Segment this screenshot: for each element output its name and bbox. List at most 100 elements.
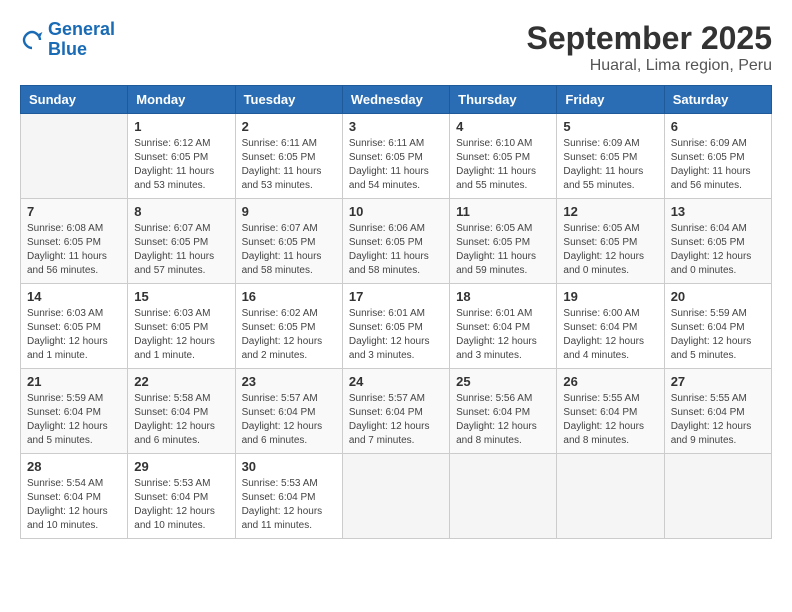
day-info: Sunrise: 5:54 AMSunset: 6:04 PMDaylight:… bbox=[27, 477, 121, 533]
day-info: Sunrise: 5:57 AMSunset: 6:04 PMDaylight:… bbox=[242, 392, 336, 448]
day-info: Sunrise: 6:01 AMSunset: 6:04 PMDaylight:… bbox=[456, 307, 550, 363]
week-row-1: 1 Sunrise: 6:12 AMSunset: 6:05 PMDaylight… bbox=[21, 114, 772, 199]
calendar-cell bbox=[21, 114, 128, 199]
day-number: 19 bbox=[563, 289, 657, 304]
day-info: Sunrise: 6:11 AMSunset: 6:05 PMDaylight:… bbox=[349, 137, 443, 193]
day-number: 29 bbox=[134, 459, 228, 474]
day-number: 22 bbox=[134, 374, 228, 389]
day-info: Sunrise: 6:08 AMSunset: 6:05 PMDaylight:… bbox=[27, 222, 121, 278]
logo-text: General Blue bbox=[48, 20, 115, 60]
day-number: 15 bbox=[134, 289, 228, 304]
day-info: Sunrise: 5:55 AMSunset: 6:04 PMDaylight:… bbox=[563, 392, 657, 448]
calendar-cell: 22 Sunrise: 5:58 AMSunset: 6:04 PMDayligh… bbox=[128, 369, 235, 454]
day-info: Sunrise: 6:10 AMSunset: 6:05 PMDaylight:… bbox=[456, 137, 550, 193]
calendar-cell bbox=[450, 454, 557, 539]
day-number: 8 bbox=[134, 204, 228, 219]
calendar-cell: 6 Sunrise: 6:09 AMSunset: 6:05 PMDaylight… bbox=[664, 114, 771, 199]
day-number: 16 bbox=[242, 289, 336, 304]
calendar-table: Sunday Monday Tuesday Wednesday Thursday… bbox=[20, 85, 772, 539]
day-info: Sunrise: 6:06 AMSunset: 6:05 PMDaylight:… bbox=[349, 222, 443, 278]
calendar-cell: 8 Sunrise: 6:07 AMSunset: 6:05 PMDaylight… bbox=[128, 199, 235, 284]
day-info: Sunrise: 6:12 AMSunset: 6:05 PMDaylight:… bbox=[134, 137, 228, 193]
day-number: 10 bbox=[349, 204, 443, 219]
day-info: Sunrise: 6:04 AMSunset: 6:05 PMDaylight:… bbox=[671, 222, 765, 278]
week-row-4: 21 Sunrise: 5:59 AMSunset: 6:04 PMDayligh… bbox=[21, 369, 772, 454]
calendar-cell: 1 Sunrise: 6:12 AMSunset: 6:05 PMDaylight… bbox=[128, 114, 235, 199]
day-number: 20 bbox=[671, 289, 765, 304]
logo: General Blue bbox=[20, 20, 115, 60]
calendar-cell bbox=[664, 454, 771, 539]
calendar-cell: 18 Sunrise: 6:01 AMSunset: 6:04 PMDayligh… bbox=[450, 284, 557, 369]
day-number: 23 bbox=[242, 374, 336, 389]
day-info: Sunrise: 5:53 AMSunset: 6:04 PMDaylight:… bbox=[134, 477, 228, 533]
day-info: Sunrise: 6:05 AMSunset: 6:05 PMDaylight:… bbox=[456, 222, 550, 278]
day-info: Sunrise: 6:02 AMSunset: 6:05 PMDaylight:… bbox=[242, 307, 336, 363]
day-info: Sunrise: 5:57 AMSunset: 6:04 PMDaylight:… bbox=[349, 392, 443, 448]
day-number: 9 bbox=[242, 204, 336, 219]
day-number: 1 bbox=[134, 119, 228, 134]
calendar-cell: 27 Sunrise: 5:55 AMSunset: 6:04 PMDayligh… bbox=[664, 369, 771, 454]
calendar-subtitle: Huaral, Lima region, Peru bbox=[527, 57, 772, 75]
calendar-cell: 11 Sunrise: 6:05 AMSunset: 6:05 PMDayligh… bbox=[450, 199, 557, 284]
day-number: 5 bbox=[563, 119, 657, 134]
calendar-cell: 29 Sunrise: 5:53 AMSunset: 6:04 PMDayligh… bbox=[128, 454, 235, 539]
col-saturday: Saturday bbox=[664, 86, 771, 114]
calendar-cell: 12 Sunrise: 6:05 AMSunset: 6:05 PMDayligh… bbox=[557, 199, 664, 284]
day-number: 6 bbox=[671, 119, 765, 134]
calendar-cell bbox=[342, 454, 449, 539]
day-info: Sunrise: 5:55 AMSunset: 6:04 PMDaylight:… bbox=[671, 392, 765, 448]
day-number: 14 bbox=[27, 289, 121, 304]
day-info: Sunrise: 6:01 AMSunset: 6:05 PMDaylight:… bbox=[349, 307, 443, 363]
calendar-cell bbox=[557, 454, 664, 539]
day-info: Sunrise: 6:07 AMSunset: 6:05 PMDaylight:… bbox=[134, 222, 228, 278]
day-info: Sunrise: 6:03 AMSunset: 6:05 PMDaylight:… bbox=[27, 307, 121, 363]
day-number: 7 bbox=[27, 204, 121, 219]
calendar-cell: 14 Sunrise: 6:03 AMSunset: 6:05 PMDayligh… bbox=[21, 284, 128, 369]
day-number: 3 bbox=[349, 119, 443, 134]
day-number: 24 bbox=[349, 374, 443, 389]
day-number: 17 bbox=[349, 289, 443, 304]
calendar-cell: 17 Sunrise: 6:01 AMSunset: 6:05 PMDayligh… bbox=[342, 284, 449, 369]
day-number: 12 bbox=[563, 204, 657, 219]
week-row-5: 28 Sunrise: 5:54 AMSunset: 6:04 PMDayligh… bbox=[21, 454, 772, 539]
day-info: Sunrise: 6:07 AMSunset: 6:05 PMDaylight:… bbox=[242, 222, 336, 278]
day-number: 2 bbox=[242, 119, 336, 134]
day-info: Sunrise: 6:00 AMSunset: 6:04 PMDaylight:… bbox=[563, 307, 657, 363]
col-wednesday: Wednesday bbox=[342, 86, 449, 114]
day-info: Sunrise: 5:58 AMSunset: 6:04 PMDaylight:… bbox=[134, 392, 228, 448]
title-block: September 2025 Huaral, Lima region, Peru bbox=[527, 20, 772, 75]
day-number: 4 bbox=[456, 119, 550, 134]
day-info: Sunrise: 5:56 AMSunset: 6:04 PMDaylight:… bbox=[456, 392, 550, 448]
calendar-cell: 30Sunrise: 5:53 AMSunset: 6:04 PMDayligh… bbox=[235, 454, 342, 539]
day-number: 11 bbox=[456, 204, 550, 219]
calendar-cell: 16 Sunrise: 6:02 AMSunset: 6:05 PMDayligh… bbox=[235, 284, 342, 369]
day-info: Sunrise: 5:53 AMSunset: 6:04 PMDaylight:… bbox=[242, 477, 336, 533]
day-info: Sunrise: 6:09 AMSunset: 6:05 PMDaylight:… bbox=[563, 137, 657, 193]
day-number: 13 bbox=[671, 204, 765, 219]
day-number: 28 bbox=[27, 459, 121, 474]
calendar-cell: 5 Sunrise: 6:09 AMSunset: 6:05 PMDaylight… bbox=[557, 114, 664, 199]
calendar-cell: 25Sunrise: 5:56 AMSunset: 6:04 PMDayligh… bbox=[450, 369, 557, 454]
calendar-cell: 3 Sunrise: 6:11 AMSunset: 6:05 PMDaylight… bbox=[342, 114, 449, 199]
calendar-cell: 7 Sunrise: 6:08 AMSunset: 6:05 PMDaylight… bbox=[21, 199, 128, 284]
day-number: 26 bbox=[563, 374, 657, 389]
calendar-cell: 15Sunrise: 6:03 AMSunset: 6:05 PMDayligh… bbox=[128, 284, 235, 369]
day-number: 21 bbox=[27, 374, 121, 389]
day-number: 18 bbox=[456, 289, 550, 304]
col-thursday: Thursday bbox=[450, 86, 557, 114]
calendar-cell: 13 Sunrise: 6:04 AMSunset: 6:05 PMDayligh… bbox=[664, 199, 771, 284]
day-info: Sunrise: 5:59 AMSunset: 6:04 PMDaylight:… bbox=[27, 392, 121, 448]
col-tuesday: Tuesday bbox=[235, 86, 342, 114]
day-info: Sunrise: 6:11 AMSunset: 6:05 PMDaylight:… bbox=[242, 137, 336, 193]
day-number: 27 bbox=[671, 374, 765, 389]
col-monday: Monday bbox=[128, 86, 235, 114]
day-info: Sunrise: 6:09 AMSunset: 6:05 PMDaylight:… bbox=[671, 137, 765, 193]
week-row-2: 7 Sunrise: 6:08 AMSunset: 6:05 PMDaylight… bbox=[21, 199, 772, 284]
calendar-cell: 23 Sunrise: 5:57 AMSunset: 6:04 PMDayligh… bbox=[235, 369, 342, 454]
calendar-cell: 10 Sunrise: 6:06 AMSunset: 6:05 PMDayligh… bbox=[342, 199, 449, 284]
calendar-cell: 26 Sunrise: 5:55 AMSunset: 6:04 PMDayligh… bbox=[557, 369, 664, 454]
calendar-cell: 21 Sunrise: 5:59 AMSunset: 6:04 PMDayligh… bbox=[21, 369, 128, 454]
day-info: Sunrise: 5:59 AMSunset: 6:04 PMDaylight:… bbox=[671, 307, 765, 363]
logo-icon bbox=[20, 28, 44, 52]
day-info: Sunrise: 6:05 AMSunset: 6:05 PMDaylight:… bbox=[563, 222, 657, 278]
